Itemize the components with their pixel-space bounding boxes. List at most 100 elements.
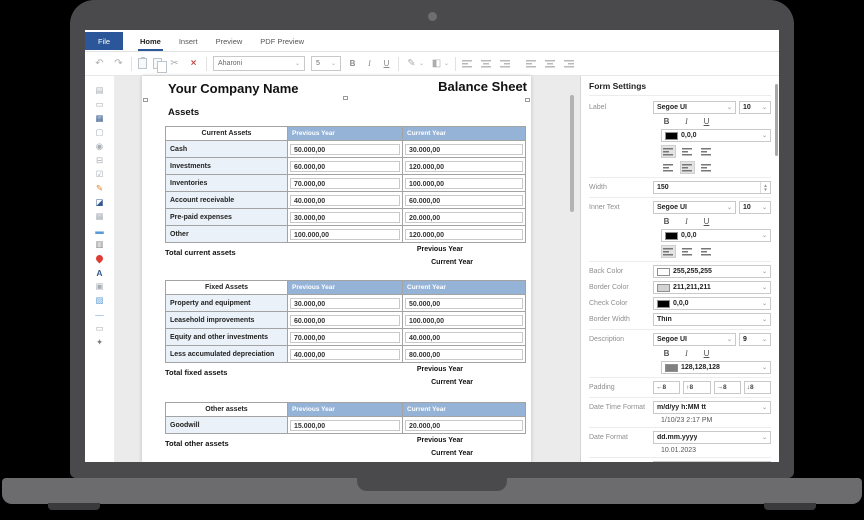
cell-input[interactable]: 120.000,00	[405, 161, 523, 172]
inner-text-align-right-button[interactable]	[699, 245, 714, 258]
label-tool-icon[interactable]: ▤	[93, 84, 107, 97]
back-color-select[interactable]: 255,255,255⌄	[653, 265, 771, 278]
tab-pdf-preview[interactable]: PDF Preview	[251, 33, 313, 51]
valign-bottom-icon[interactable]	[562, 59, 574, 69]
cell-input[interactable]: 60.000,00	[405, 195, 523, 206]
cell-input[interactable]: 50.000,00	[290, 144, 400, 155]
checkbox-tool-icon[interactable]: ☑	[93, 168, 107, 181]
time-format-select[interactable]: HH:MM:ss⌄	[653, 461, 771, 462]
label-italic-button[interactable]: I	[681, 117, 692, 126]
description-color-select[interactable]: 128,128,128⌄	[661, 361, 771, 374]
combo-box-tool-icon[interactable]: ⊟	[93, 154, 107, 167]
copy-icon[interactable]	[153, 58, 162, 69]
description-italic-button[interactable]: I	[681, 349, 692, 358]
cell-input[interactable]: 40.000,00	[290, 195, 400, 206]
rectangle-tool-icon[interactable]: ▭	[93, 322, 107, 335]
cell-input[interactable]: 30.000,00	[405, 144, 523, 155]
cell-input[interactable]: 60.000,00	[290, 315, 400, 326]
label-valign-middle-button[interactable]	[680, 161, 695, 174]
check-color-select[interactable]: 0,0,0⌄	[653, 297, 771, 310]
font-size-select[interactable]: 5 ⌄	[311, 56, 341, 71]
resize-handle[interactable]	[525, 98, 530, 102]
inner-text-bold-button[interactable]: B	[661, 217, 672, 226]
valign-top-icon[interactable]	[526, 59, 538, 69]
cell-input[interactable]: 60.000,00	[290, 161, 400, 172]
cell-input[interactable]: 20.000,00	[405, 212, 523, 223]
label-underline-button[interactable]: U	[701, 117, 712, 126]
label-bold-button[interactable]: B	[661, 117, 672, 126]
cell-input[interactable]: 30.000,00	[290, 212, 400, 223]
label-align-justify-button[interactable]	[699, 145, 714, 158]
cell-input[interactable]: 40.000,00	[405, 332, 523, 343]
border-width-select[interactable]: Thin⌄	[653, 313, 771, 326]
file-button[interactable]: File	[85, 32, 123, 50]
italic-button[interactable]: I	[364, 59, 375, 68]
label-align-left-button[interactable]	[661, 145, 676, 158]
button-tool-icon[interactable]: ▬	[93, 224, 107, 237]
cell-input[interactable]: 120.000,00	[405, 229, 523, 240]
align-right-icon[interactable]	[498, 59, 510, 69]
description-bold-button[interactable]: B	[661, 349, 672, 358]
tab-insert[interactable]: Insert	[170, 33, 207, 51]
panel-tool-icon[interactable]: ▢	[93, 126, 107, 139]
image-tool-icon[interactable]: ▣	[93, 280, 107, 293]
delete-icon[interactable]: ×	[187, 58, 200, 69]
cell-input[interactable]: 80.000,00	[405, 349, 523, 360]
undo-icon[interactable]: ↶	[93, 58, 106, 69]
cell-input[interactable]: 100.000,00	[290, 229, 400, 240]
date-format-select[interactable]: dd.mm.yyyy⌄	[653, 431, 771, 444]
spinner-buttons[interactable]: ▴▾	[760, 182, 770, 193]
design-canvas[interactable]: Your Company Name Balance Sheet Assets C…	[115, 76, 580, 462]
label-valign-top-button[interactable]	[661, 161, 676, 174]
tools-tool-icon[interactable]: ✦	[93, 336, 107, 349]
fill-color-button[interactable]: ◧ ⌄	[430, 58, 449, 69]
datetime-format-select[interactable]: m/d/yy h:MM tt⌄	[653, 401, 771, 414]
description-font-select[interactable]: Segoe UI⌄	[653, 333, 736, 346]
inner-text-align-left-button[interactable]	[661, 245, 676, 258]
font-family-select[interactable]: Aharoni ⌄	[213, 56, 305, 71]
underline-button[interactable]: U	[381, 59, 392, 68]
label-align-right-button[interactable]	[680, 145, 695, 158]
label-valign-bottom-button[interactable]	[699, 161, 714, 174]
cell-input[interactable]: 50.000,00	[405, 298, 523, 309]
inner-text-underline-button[interactable]: U	[701, 217, 712, 226]
canvas-scrollbar[interactable]	[570, 95, 574, 212]
align-left-icon[interactable]	[462, 59, 474, 69]
paste-icon[interactable]	[138, 58, 147, 69]
panel-scrollbar[interactable]	[775, 84, 778, 156]
cell-input[interactable]: 70.000,00	[290, 178, 400, 189]
line-tool-icon[interactable]: —	[93, 308, 107, 321]
inner-text-color-select[interactable]: 0,0,0⌄	[661, 229, 771, 242]
label-color-select[interactable]: 0,0,0⌄	[661, 129, 771, 142]
picture-tool-icon[interactable]: ▨	[93, 294, 107, 307]
text-field-tool-icon[interactable]: ▭	[93, 98, 107, 111]
border-color-select[interactable]: 211,211,211⌄	[653, 281, 771, 294]
label-font-size-select[interactable]: 10⌄	[739, 101, 771, 114]
valign-middle-icon[interactable]	[544, 59, 556, 69]
description-underline-button[interactable]: U	[701, 349, 712, 358]
align-center-icon[interactable]	[480, 59, 492, 69]
text-tool-icon[interactable]: A	[93, 266, 107, 279]
tab-home[interactable]: Home	[131, 33, 170, 51]
resize-handle[interactable]	[143, 98, 148, 102]
cell-input[interactable]: 30.000,00	[290, 298, 400, 309]
stamp-tool-icon[interactable]: ◪	[93, 196, 107, 209]
location-tool-icon[interactable]	[93, 252, 107, 265]
tab-preview[interactable]: Preview	[207, 33, 252, 51]
redo-icon[interactable]: ↷	[112, 58, 125, 69]
rich-text-tool-icon[interactable]: ▦	[93, 112, 107, 125]
inner-text-align-center-button[interactable]	[680, 245, 695, 258]
label-font-select[interactable]: Segoe UI⌄	[653, 101, 736, 114]
inner-text-font-select[interactable]: Segoe UI⌄	[653, 201, 736, 214]
cell-input[interactable]: 20.000,00	[405, 420, 523, 431]
padding-right-input[interactable]: →8	[714, 381, 741, 394]
padding-left-input[interactable]: ←8	[653, 381, 680, 394]
cell-input[interactable]: 70.000,00	[290, 332, 400, 343]
resize-handle[interactable]	[343, 96, 348, 100]
cell-input[interactable]: 100.000,00	[405, 178, 523, 189]
cell-input[interactable]: 15.000,00	[290, 420, 400, 431]
padding-top-input[interactable]: ↑8	[683, 381, 710, 394]
padding-bottom-input[interactable]: ↓8	[744, 381, 771, 394]
description-size-select[interactable]: 9⌄	[739, 333, 771, 346]
barcode-tool-icon[interactable]: ▥	[93, 238, 107, 251]
